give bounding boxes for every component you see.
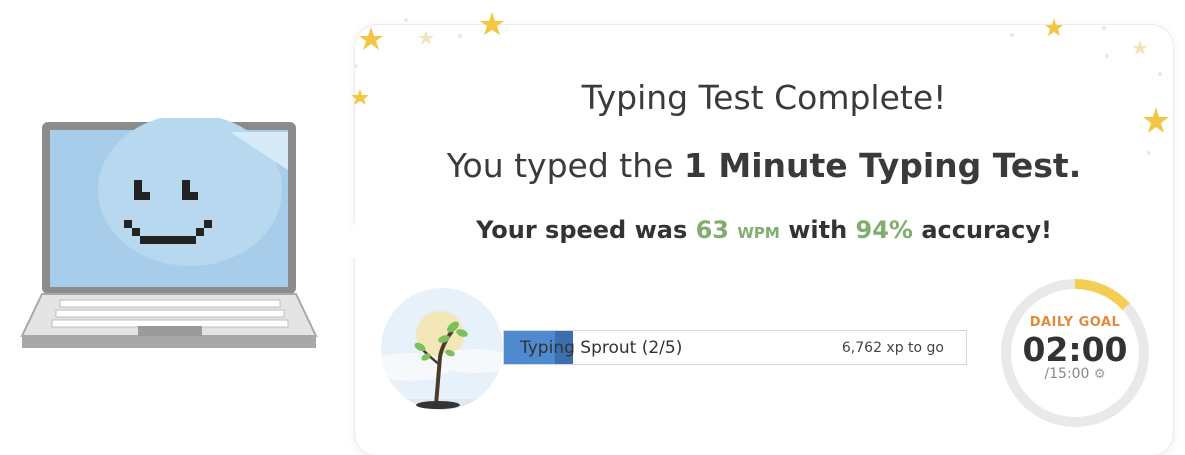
accuracy-value: 94% [855,216,913,244]
speed-prefix: Your speed was [476,216,696,244]
speed-summary: Your speed was 63 WPM with 94% accuracy! [355,216,1173,244]
xp-to-go: 6,762 xp to go [841,340,944,356]
summary-prefix: You typed the [446,146,684,185]
daily-goal-label: DAILY GOAL [1029,315,1121,330]
laptop-smiley-icon [20,118,318,348]
wpm-value: 63 [695,216,730,244]
page-title: Typing Test Complete! [581,78,947,117]
level-name: Typing Sprout (2/5) [520,338,683,358]
sprout-icon [381,288,503,410]
speed-middle: with [779,216,856,244]
daily-goal-total: /15:00 ⚙ [1044,366,1106,382]
level-progress-bar: Typing Sprout (2/5) 6,762 xp to go [503,330,967,365]
speed-suffix: accuracy! [912,216,1052,244]
test-name: 1 Minute Typing Test. [683,146,1082,185]
gear-icon[interactable]: ⚙ [1094,367,1106,382]
test-summary: You typed the 1 Minute Typing Test. [355,146,1173,185]
wpm-unit: WPM [737,224,780,242]
results-page: Typing Test Complete! You typed the 1 Mi… [0,0,1185,455]
daily-goal-time: 02:00 [1022,330,1128,369]
